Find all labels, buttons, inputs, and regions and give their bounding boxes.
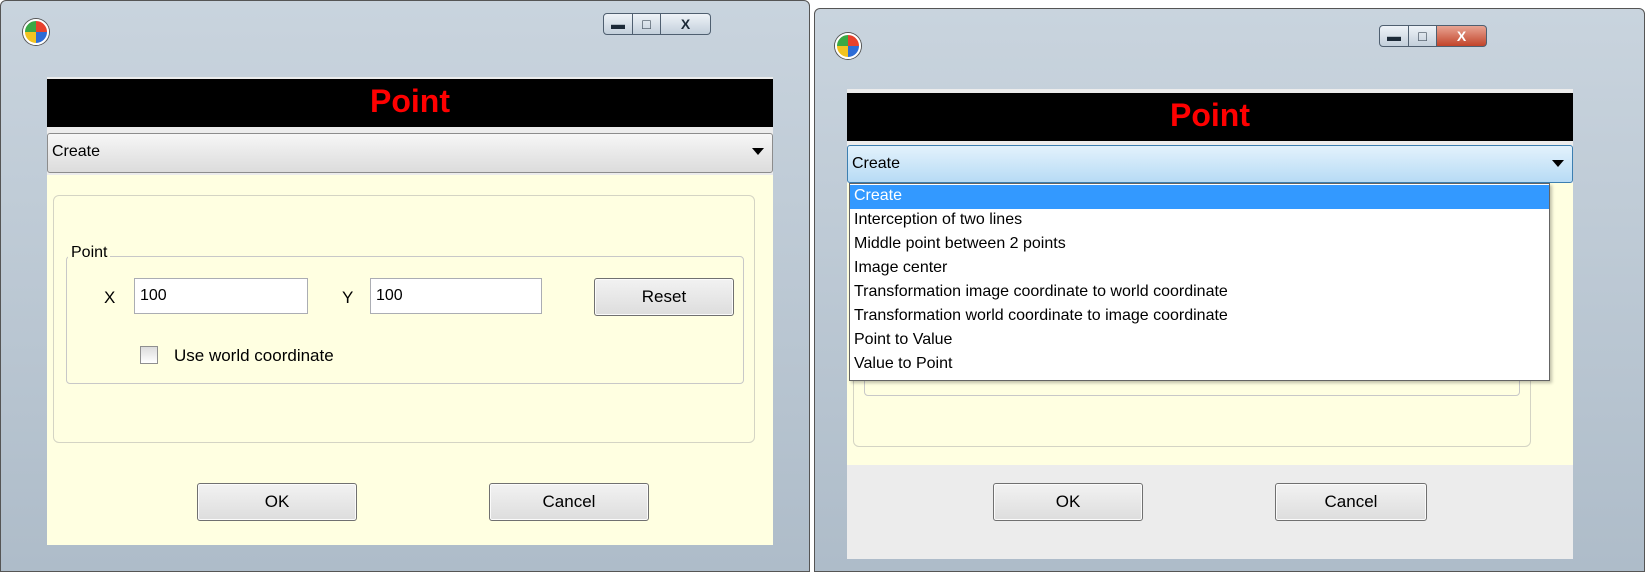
chevron-down-icon — [752, 148, 764, 155]
header-title: Point — [847, 93, 1573, 141]
app-icon — [23, 19, 49, 45]
dialog-client-area: Point Create Point X 100 Y 100 Reset Use… — [47, 77, 773, 545]
dropdown-option[interactable]: Value to Point — [850, 353, 1549, 377]
point-groupbox — [66, 256, 744, 384]
close-button[interactable]: X — [1437, 25, 1487, 47]
operation-dropdown-list: Create Interception of two lines Middle … — [849, 183, 1550, 381]
point-group-label: Point — [68, 244, 111, 262]
cancel-button[interactable]: Cancel — [1275, 483, 1427, 521]
y-label: Y — [342, 288, 354, 307]
options-inner-panel: Point X 100 Y 100 Reset Use world coordi… — [53, 195, 755, 443]
dropdown-option[interactable]: Image center — [850, 257, 1549, 281]
operation-select[interactable]: Create — [47, 133, 773, 173]
close-icon: X — [680, 16, 691, 32]
minimize-button[interactable]: ▬ — [603, 13, 633, 35]
ok-button[interactable]: OK — [993, 483, 1143, 521]
minimize-icon: ▬ — [1387, 28, 1401, 44]
operation-select[interactable]: Create — [847, 145, 1573, 183]
maximize-button[interactable]: □ — [633, 13, 661, 35]
dropdown-option[interactable]: Transformation image coordinate to world… — [850, 281, 1549, 305]
operation-select-value: Create — [852, 155, 901, 172]
caption-buttons: ▬ □ X — [603, 13, 711, 35]
x-label: X — [104, 288, 116, 307]
close-icon: X — [1456, 28, 1467, 44]
caption-buttons: ▬ □ X — [1379, 25, 1487, 47]
operation-select-value: Create — [52, 143, 101, 160]
app-icon — [835, 33, 861, 59]
close-button[interactable]: X — [661, 13, 711, 35]
ok-button[interactable]: OK — [197, 483, 357, 521]
maximize-button[interactable]: □ — [1409, 25, 1437, 47]
dropdown-option[interactable]: Middle point between 2 points — [850, 233, 1549, 257]
dropdown-option[interactable]: Interception of two lines — [850, 209, 1549, 233]
point-dialog-window: ▬ □ X Point Create Point X 100 Y 100 Res… — [0, 0, 810, 572]
maximize-icon: □ — [1418, 28, 1427, 44]
point-dialog-window-dropdown-open: ▬ □ X Point Create OK Cancel Create Inte… — [814, 8, 1645, 572]
x-input[interactable]: 100 — [134, 278, 308, 314]
reset-button[interactable]: Reset — [594, 278, 734, 316]
header-title: Point — [47, 79, 773, 127]
chevron-down-icon — [1552, 160, 1564, 167]
dropdown-option[interactable]: Create — [850, 185, 1549, 209]
y-input[interactable]: 100 — [370, 278, 542, 314]
maximize-icon: □ — [642, 16, 651, 32]
use-world-coordinate-label: Use world coordinate — [174, 346, 334, 365]
cancel-button[interactable]: Cancel — [489, 483, 649, 521]
minimize-button[interactable]: ▬ — [1379, 25, 1409, 47]
options-panel: Point X 100 Y 100 Reset Use world coordi… — [47, 175, 773, 545]
use-world-coordinate-checkbox[interactable] — [140, 346, 158, 364]
dropdown-option[interactable]: Point to Value — [850, 329, 1549, 353]
minimize-icon: ▬ — [611, 16, 625, 32]
dropdown-option[interactable]: Transformation world coordinate to image… — [850, 305, 1549, 329]
